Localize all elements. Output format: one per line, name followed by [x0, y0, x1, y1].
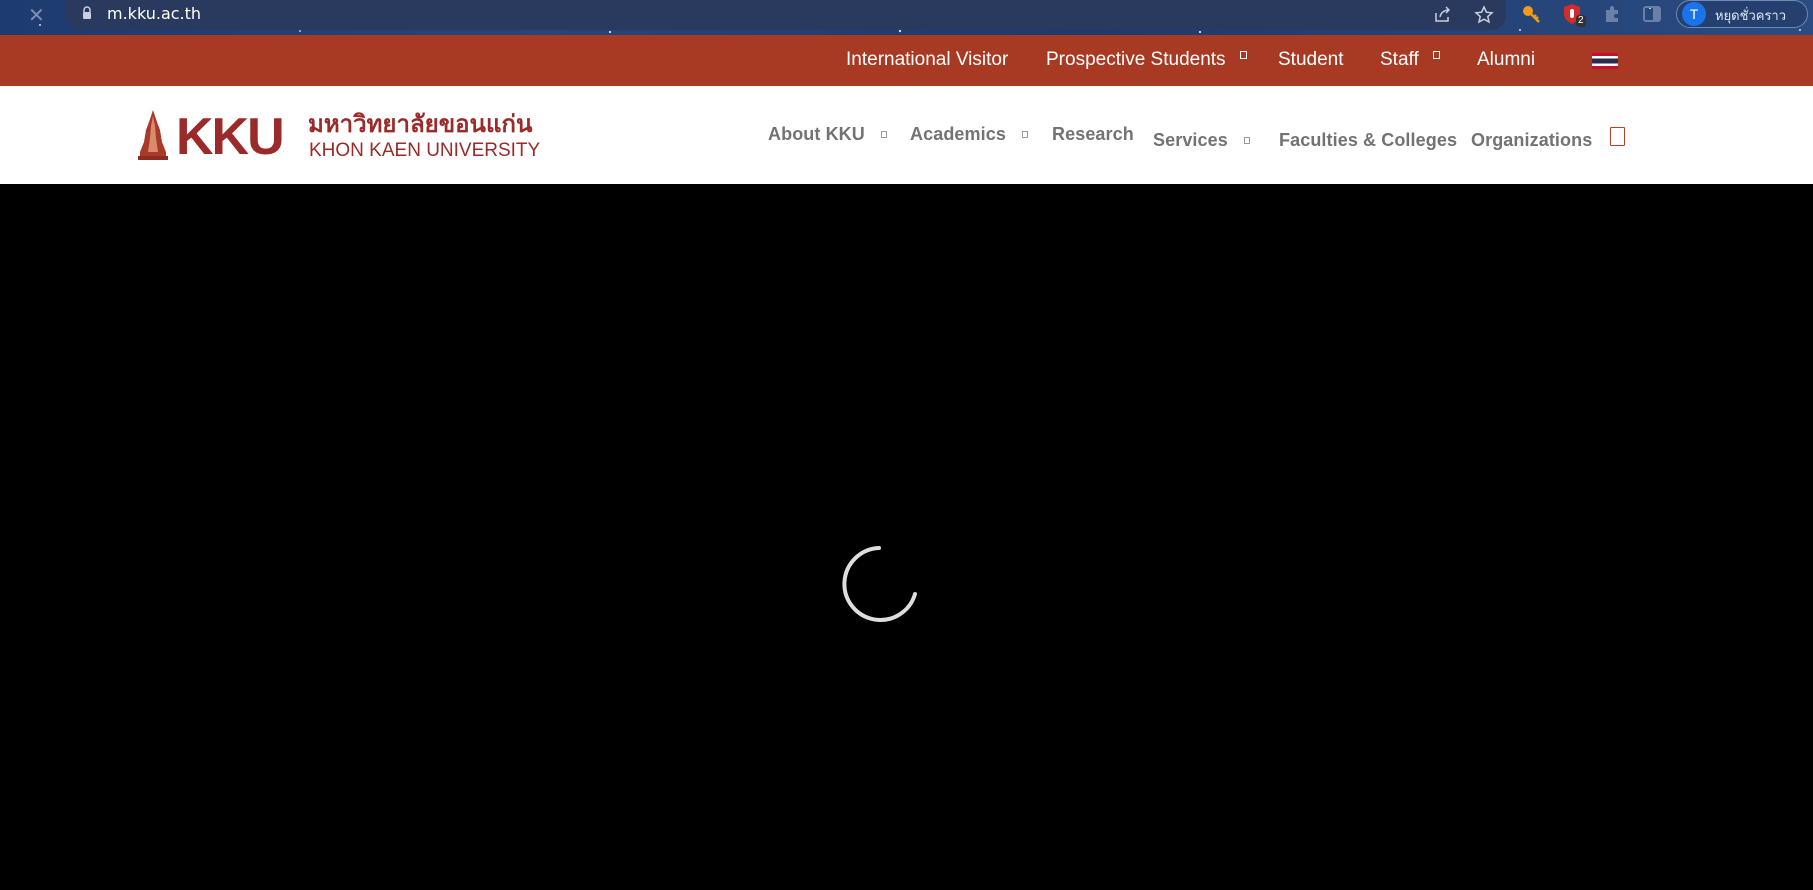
thai-flag-icon[interactable] — [1592, 53, 1618, 69]
top-nav-alumni[interactable]: Alumni — [1477, 49, 1535, 71]
extension-badge: 2 — [1576, 15, 1586, 27]
nav-label: About KKU — [768, 124, 865, 144]
nav-about-kku[interactable]: About KKU — [768, 124, 887, 145]
lock-icon[interactable] — [82, 6, 92, 20]
hero-loading-area — [0, 184, 1813, 890]
loading-spinner-icon — [842, 546, 917, 622]
logo-english-name: KHON KAEN UNIVERSITY — [309, 140, 541, 161]
dropdown-indicator-icon — [1239, 51, 1247, 59]
nav-services[interactable]: Services — [1153, 130, 1250, 151]
logo-thai-name: มหาวิทยาลัยขอนแก่น — [308, 110, 533, 138]
profile-status-label[interactable]: หยุดชั่วคราว — [1715, 5, 1786, 26]
share-icon[interactable] — [1432, 4, 1454, 26]
kku-emblem-icon — [138, 110, 168, 160]
extensions-puzzle-icon[interactable] — [1600, 2, 1624, 26]
key-extension-icon[interactable] — [1520, 2, 1544, 26]
address-bar[interactable] — [66, 0, 1506, 30]
nav-faculties-colleges[interactable]: Faculties & Colleges — [1279, 130, 1457, 151]
top-nav-label: Staff — [1380, 49, 1419, 70]
nav-research[interactable]: Research — [1052, 124, 1134, 145]
top-nav-student[interactable]: Student — [1278, 49, 1344, 71]
nav-label: Services — [1153, 130, 1228, 150]
dropdown-indicator-icon — [1021, 131, 1028, 138]
side-panel-icon[interactable] — [1640, 2, 1664, 26]
kku-logo[interactable]: KKU มหาวิทยาลัยขอนแก่น KHON KAEN UNIVERS… — [136, 108, 548, 164]
nav-organizations[interactable]: Organizations — [1471, 130, 1592, 151]
dropdown-indicator-icon — [880, 131, 887, 138]
top-nav-prospective-students[interactable]: Prospective Students — [1046, 49, 1247, 71]
url-text[interactable]: m.kku.ac.th — [107, 4, 201, 23]
nav-academics[interactable]: Academics — [910, 124, 1028, 145]
nav-label: Academics — [910, 124, 1006, 144]
dropdown-indicator-icon — [1432, 51, 1440, 59]
dropdown-indicator-icon — [1243, 137, 1250, 144]
top-nav-staff[interactable]: Staff — [1380, 49, 1440, 71]
top-nav-label: Prospective Students — [1046, 49, 1226, 70]
stop-loading-icon[interactable]: ✕ — [28, 3, 45, 27]
top-nav-international-visitor[interactable]: International Visitor — [846, 49, 1008, 71]
bookmark-star-icon[interactable] — [1473, 4, 1495, 26]
avatar[interactable]: T — [1682, 2, 1706, 26]
search-box-icon[interactable] — [1610, 127, 1625, 146]
logo-kku-wordmark: KKU — [176, 108, 283, 164]
